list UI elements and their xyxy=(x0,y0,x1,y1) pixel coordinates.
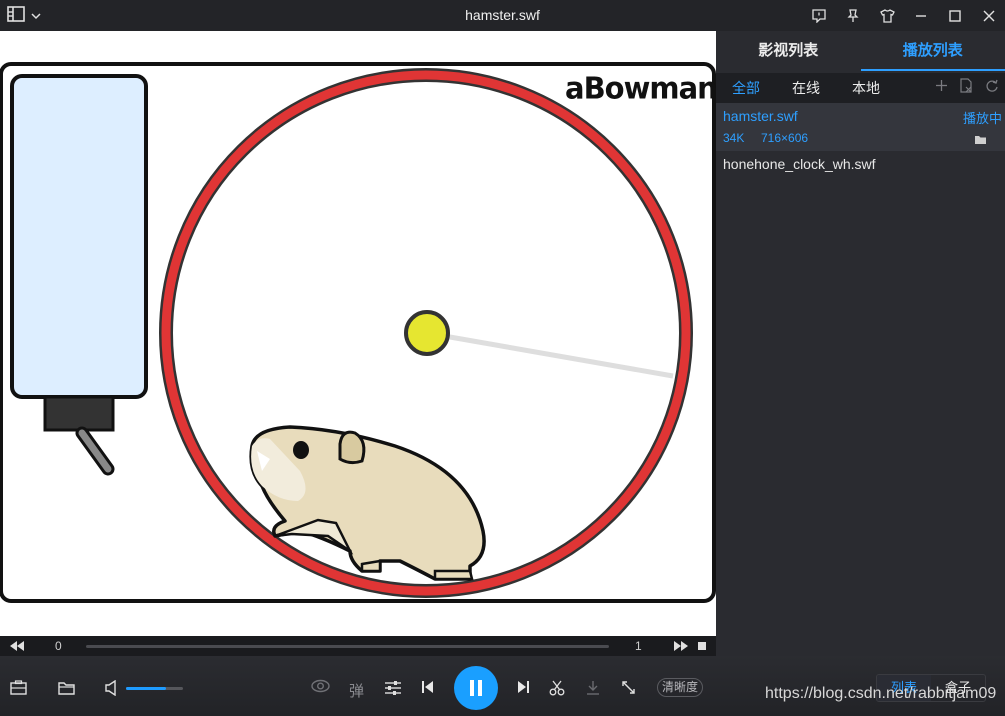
item-status: 播放中 xyxy=(962,111,1002,126)
player-app: hamster.swf aBowman 0 1 弹 清晰度 列表 盒子 http… xyxy=(0,0,1005,716)
stop-icon[interactable] xyxy=(698,642,706,650)
water-bottle xyxy=(10,74,148,399)
animation-watermark: aBowman xyxy=(565,70,716,106)
total-frames: 1 xyxy=(635,639,642,653)
wheel-axle xyxy=(404,310,450,356)
window-buttons xyxy=(811,0,997,31)
minimize-icon[interactable] xyxy=(913,8,929,24)
danmaku-button[interactable]: 弹 xyxy=(349,680,364,701)
volume-fill xyxy=(126,687,166,690)
fullscreen-icon[interactable] xyxy=(621,680,636,695)
pin-icon[interactable] xyxy=(845,8,861,24)
panel-tabs: 影视列表 播放列表 xyxy=(716,31,1005,71)
skin-icon[interactable] xyxy=(879,8,895,24)
playlist-item[interactable]: honehone_clock_wh.swf xyxy=(723,156,876,172)
tab-play-list[interactable]: 播放列表 xyxy=(860,31,1005,71)
add-icon[interactable] xyxy=(935,79,948,97)
pause-button[interactable] xyxy=(454,666,498,710)
item-size: 34K xyxy=(723,131,745,145)
filter-local[interactable]: 本地 xyxy=(836,73,896,103)
item-resolution: 716×606 xyxy=(761,131,809,145)
next-icon[interactable] xyxy=(517,680,530,694)
download-icon[interactable] xyxy=(586,680,600,695)
tab-video-list[interactable]: 影视列表 xyxy=(716,31,861,71)
playlist-panel: 影视列表 播放列表 全部 在线 本地 hamster.swf 播放中 34K 7… xyxy=(716,31,1005,656)
close-icon[interactable] xyxy=(981,8,997,24)
open-folder-icon[interactable] xyxy=(58,681,75,695)
progress-row: 0 1 xyxy=(0,636,716,656)
progress-track[interactable] xyxy=(86,645,609,648)
maximize-icon[interactable] xyxy=(947,8,963,24)
playlist-item-current[interactable]: hamster.swf 播放中 34K 716×606 xyxy=(716,103,1005,151)
filter-all[interactable]: 全部 xyxy=(716,73,776,103)
pause-icon xyxy=(470,680,482,696)
rewind-icon[interactable] xyxy=(10,640,24,654)
filter-tabs: 全部 在线 本地 xyxy=(716,73,1005,103)
control-bar: 弹 清晰度 列表 盒子 https://blog.csdn.net/rabbit… xyxy=(0,656,1005,716)
filter-online[interactable]: 在线 xyxy=(776,73,836,103)
source-watermark: https://blog.csdn.net/rabbitjam09 xyxy=(765,685,997,702)
settings-sliders-icon[interactable] xyxy=(384,680,402,695)
toolbox-icon[interactable] xyxy=(10,680,27,695)
clarity-button[interactable]: 清晰度 xyxy=(657,678,704,697)
feedback-icon[interactable] xyxy=(811,8,827,24)
volume-icon[interactable] xyxy=(105,680,119,696)
fast-forward-icon[interactable] xyxy=(674,640,688,654)
loop-icon[interactable] xyxy=(985,79,999,98)
list-actions xyxy=(935,73,999,103)
title-bar: hamster.swf xyxy=(0,0,1005,31)
scissors-icon[interactable] xyxy=(549,680,565,696)
item-name: hamster.swf xyxy=(723,108,798,124)
delete-file-icon[interactable] xyxy=(960,78,973,98)
current-frame: 0 xyxy=(55,639,62,653)
hamster-animation xyxy=(0,62,716,603)
folder-icon[interactable] xyxy=(974,132,987,150)
volume-slider[interactable] xyxy=(126,687,183,690)
video-canvas[interactable]: aBowman xyxy=(0,31,716,636)
previous-icon[interactable] xyxy=(421,680,434,694)
eye-icon[interactable] xyxy=(311,679,330,693)
bottle-cap xyxy=(43,395,115,432)
